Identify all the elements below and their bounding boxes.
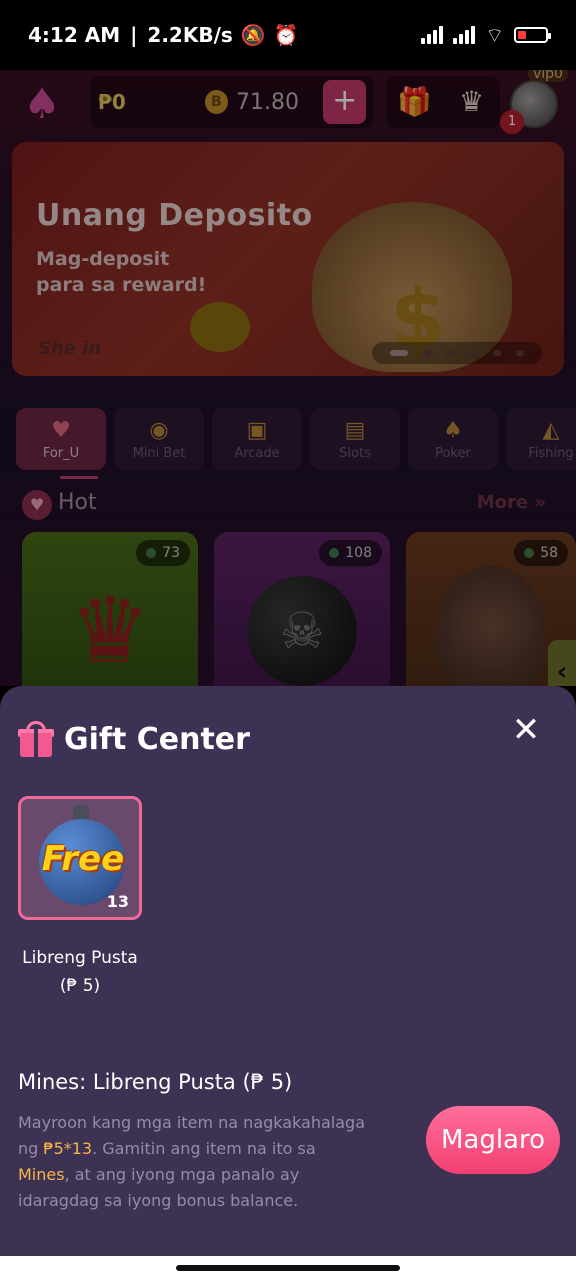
cards-icon: ♠ xyxy=(443,417,463,443)
gift-item-name: Libreng Pusta (₱ 5) xyxy=(0,944,160,1000)
tab-label: Mini Bet xyxy=(132,445,186,461)
tab-label: Fishing xyxy=(528,445,574,461)
item-name-line1: Libreng Pusta xyxy=(22,948,138,968)
player-count: 58 xyxy=(514,540,568,566)
hot-label: Hot xyxy=(58,490,97,515)
free-art-text: Free xyxy=(41,839,125,879)
bonus-balance: 71.80 xyxy=(236,89,299,115)
tab-fishing[interactable]: ◭ Fishing xyxy=(506,408,576,470)
desc-value: ₱5*13 xyxy=(43,1139,93,1158)
wifi-icon: ⌔ xyxy=(485,22,504,47)
vip-badge: vip0 xyxy=(528,70,568,82)
top-bar: ♠ ₱0 B 71.80 + 🎁 ♛ vip0 1 xyxy=(0,70,576,138)
battery-icon xyxy=(514,27,551,43)
wallet-bar: ₱0 B 71.80 + xyxy=(90,76,374,128)
heart-icon: ♥ xyxy=(51,417,71,443)
signal-icon-2 xyxy=(453,26,476,44)
play-button[interactable]: Maglaro xyxy=(426,1106,560,1174)
slot-machine-icon: ▤ xyxy=(344,417,366,443)
notification-badge: 1 xyxy=(500,110,524,134)
status-bar: 4:12 AM | 2.2KB/s 🔕 ⏰ ⌔ xyxy=(0,0,576,70)
tab-slots[interactable]: ▤ Slots xyxy=(310,408,400,470)
player-count: 108 xyxy=(319,540,382,566)
tab-arcade[interactable]: ▣ Arcade xyxy=(212,408,302,470)
banner-title: Unang Deposito xyxy=(36,198,313,233)
gold-coin-art xyxy=(190,302,250,352)
tab-label: Arcade xyxy=(234,445,280,461)
game-card[interactable]: 73 ♛ xyxy=(22,532,198,686)
peso-balance: ₱0 xyxy=(98,90,126,114)
pager-dot[interactable] xyxy=(446,350,455,356)
detail-description: Mayroon kang mga item na nagkakahalaga n… xyxy=(18,1110,368,1214)
skull-bomb-art: ☠ xyxy=(247,575,357,686)
chevron-left-icon[interactable]: ‹ xyxy=(548,640,576,686)
mute-icon: 🔕 xyxy=(240,23,266,47)
shark-icon: ◭ xyxy=(542,417,560,443)
heart-icon: ♥ xyxy=(22,490,52,520)
jester-crown-art: ♛ xyxy=(69,578,151,684)
banner-pager xyxy=(372,342,542,364)
more-link[interactable]: More » xyxy=(477,492,546,513)
detail-title: Mines: Libreng Pusta (₱ 5) xyxy=(18,1070,293,1094)
more-label: More xyxy=(476,492,529,513)
home-indicator-area xyxy=(0,1256,576,1280)
vip-crown-icon[interactable]: ♛ xyxy=(452,82,492,122)
status-separator: | xyxy=(130,23,138,47)
spade-logo-icon[interactable]: ♠ xyxy=(20,78,64,130)
desc-game-name: Mines xyxy=(18,1165,65,1184)
user-icon xyxy=(329,548,340,558)
sheet-header: Gift Center xyxy=(18,714,250,764)
tab-mini-bet[interactable]: ◉ Mini Bet xyxy=(114,408,204,470)
status-time: 4:12 AM xyxy=(28,23,121,47)
tab-label: For_U xyxy=(42,445,80,461)
tab-poker[interactable]: ♠ Poker xyxy=(408,408,498,470)
status-left: 4:12 AM | 2.2KB/s 🔕 ⏰ xyxy=(28,23,299,47)
game-card[interactable]: 108 ☠ xyxy=(214,532,390,686)
banner-footer: She in xyxy=(38,338,102,359)
coin-icon: B xyxy=(204,90,228,114)
top-icons: 🎁 ♛ xyxy=(386,76,500,128)
user-icon xyxy=(146,548,157,558)
item-count: 13 xyxy=(106,892,129,911)
arcade-icon: ▣ xyxy=(246,417,268,443)
gift-box-icon xyxy=(18,721,54,757)
gift-center-sheet: Gift Center ✕ Free 13 Libreng Pusta (₱ 5… xyxy=(0,686,576,1256)
hot-section-header: ♥ Hot More » xyxy=(20,490,560,526)
close-button[interactable]: ✕ xyxy=(510,713,542,747)
player-count-value: 73 xyxy=(162,545,180,561)
player-count-value: 108 xyxy=(345,545,372,561)
player-count-value: 58 xyxy=(540,545,558,561)
pager-dot[interactable] xyxy=(516,350,525,356)
app-background: ♠ ₱0 B 71.80 + 🎁 ♛ vip0 1 $ Unang Deposi… xyxy=(0,70,576,686)
player-count: 73 xyxy=(136,540,190,566)
active-tab-indicator xyxy=(60,476,98,479)
gift-icon[interactable]: 🎁 xyxy=(395,82,435,122)
user-icon xyxy=(524,548,535,558)
status-net-speed: 2.2KB/s xyxy=(147,23,233,47)
pager-dot[interactable] xyxy=(389,350,408,356)
sheet-title: Gift Center xyxy=(64,721,250,757)
pager-dot[interactable] xyxy=(492,350,501,356)
dealer-portrait-art xyxy=(436,565,546,686)
banner-subtitle-line1: Mag-deposit xyxy=(36,248,170,270)
pager-dot[interactable] xyxy=(469,350,478,356)
gift-item-tile[interactable]: Free 13 xyxy=(18,796,142,920)
promo-banner[interactable]: $ Unang Deposito Mag-deposit para sa rew… xyxy=(12,142,564,376)
banner-subtitle: Mag-deposit para sa reward! xyxy=(36,246,276,298)
tab-for-u[interactable]: ♥ For_U xyxy=(16,408,106,470)
home-indicator[interactable] xyxy=(176,1265,400,1271)
pager-dot[interactable] xyxy=(422,350,431,356)
deposit-plus-button[interactable]: + xyxy=(323,80,366,124)
close-icon: ✕ xyxy=(511,710,541,750)
category-tabs: ♥ For_U ◉ Mini Bet ▣ Arcade ▤ Slots ♠ Poker ◭… xyxy=(16,408,576,472)
desc-text: . Gamitin ang item na ito sa xyxy=(92,1139,316,1158)
signal-icon xyxy=(421,26,444,44)
status-right: ⌔ xyxy=(421,22,551,48)
banner-subtitle-line2: para sa reward! xyxy=(36,274,207,296)
coins-icon: ◉ xyxy=(149,417,169,443)
tab-label: Slots xyxy=(339,445,371,461)
item-name-line2: (₱ 5) xyxy=(59,976,101,996)
tab-label: Poker xyxy=(435,445,471,461)
alarm-icon: ⏰ xyxy=(273,23,299,47)
